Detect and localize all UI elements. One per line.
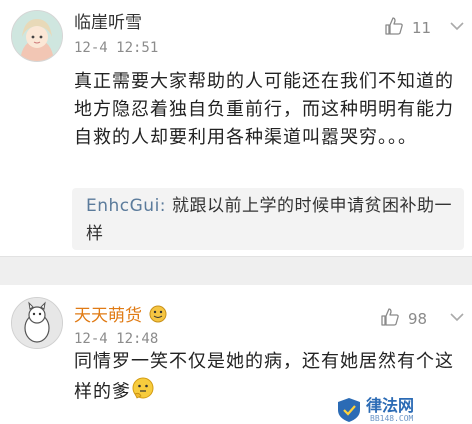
chevron-down-icon[interactable]	[448, 18, 466, 34]
user-avatar[interactable]	[11, 10, 63, 62]
comment-username[interactable]: 临崖听雪	[74, 12, 142, 34]
user-avatar[interactable]	[11, 297, 63, 349]
username-text: 天天萌货	[74, 306, 142, 326]
comment-text: 真正需要大家帮助的人可能还在我们不知道的地方隐忍着独自负重前行，而这种明明有能力…	[74, 71, 454, 148]
reply-content: EnhcGui: 就跟以前上学的时候申请贫困补助一样	[86, 192, 454, 248]
comment-username[interactable]: 天天萌货	[74, 303, 169, 329]
chevron-down-icon[interactable]	[448, 309, 466, 325]
reply-box[interactable]: EnhcGui: 就跟以前上学的时候申请贫困补助一样	[72, 188, 464, 250]
separator	[0, 256, 472, 286]
thumbs-up-icon	[380, 307, 400, 331]
like-button[interactable]: 11	[384, 16, 431, 40]
thinking-face-emoji	[131, 376, 155, 409]
comment-card: 临崖听雪 12-4 12:51 11 真正需要大家帮助的人可能还在我们不知道的地…	[0, 0, 472, 257]
thumbs-up-icon	[384, 16, 404, 40]
like-button[interactable]: 98	[380, 307, 427, 331]
watermark-name: 律法网	[366, 396, 415, 415]
comment-card: 天天萌货 12-4 12:48 98 同情罗一笑不仅是她的病，还有她居然有个这样…	[0, 285, 472, 424]
vip-emoji-icon	[147, 303, 169, 329]
like-count: 98	[408, 310, 428, 328]
watermark-url: BB148.COM	[370, 414, 414, 423]
comment-timestamp: 12-4 12:51	[74, 40, 159, 56]
like-count: 11	[412, 19, 432, 37]
reply-author[interactable]: EnhcGui:	[86, 196, 166, 216]
watermark-logo: 律法网 BB148.COM	[336, 397, 462, 423]
comment-timestamp: 12-4 12:48	[74, 331, 159, 347]
